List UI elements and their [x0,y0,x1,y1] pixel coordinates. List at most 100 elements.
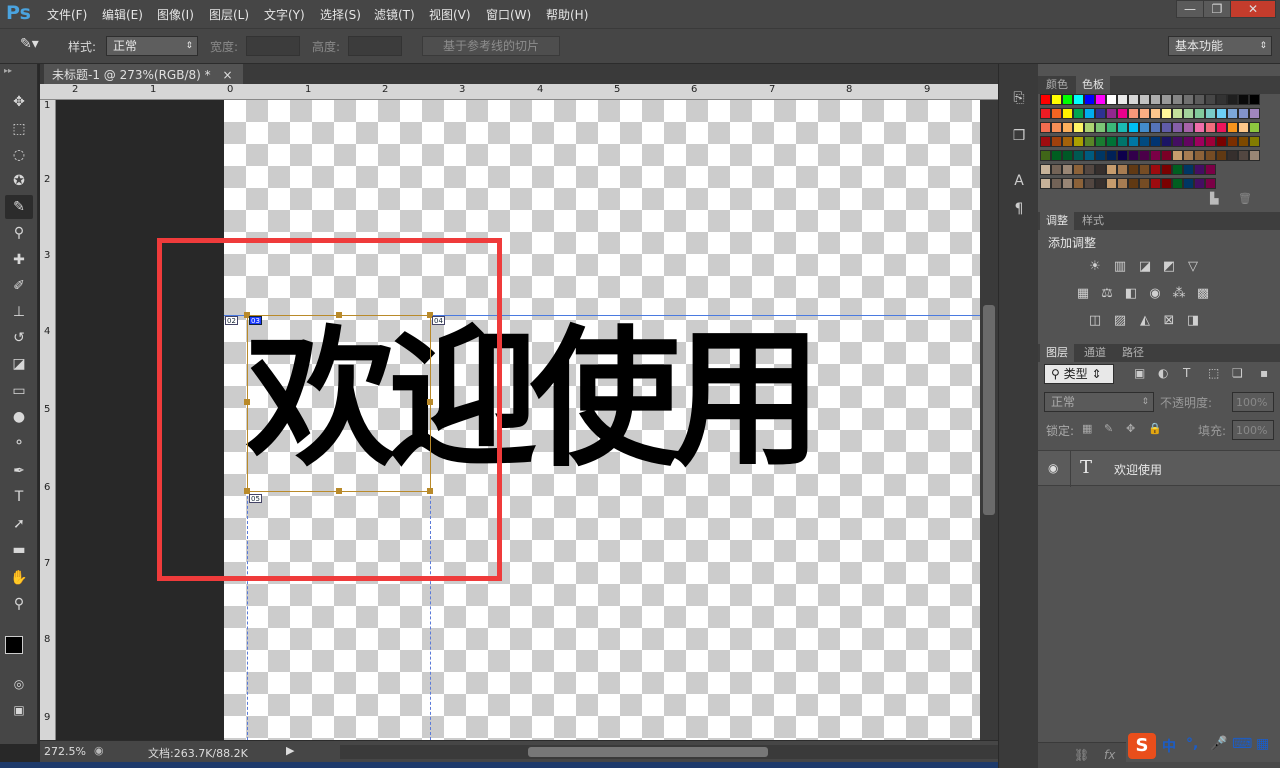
collapse-icon[interactable]: ▸▸ [4,66,12,75]
menu-layer[interactable]: 图层(L) [209,6,249,23]
color-swatch[interactable] [1040,164,1051,175]
keyboard-icon[interactable]: ⌨ [1232,736,1252,752]
color-swatch[interactable] [1183,94,1194,105]
color-swatch[interactable] [1051,178,1062,189]
vibrance-icon[interactable]: ▽ [1184,258,1202,276]
healing-brush-tool-icon[interactable]: ✚ [5,248,33,272]
color-swatch[interactable] [1040,122,1051,133]
color-swatch[interactable] [1084,136,1095,147]
color-swatch[interactable] [1073,122,1084,133]
color-swatch[interactable] [1051,150,1062,161]
hue-saturation-icon[interactable]: ▦ [1074,285,1092,303]
eye-icon[interactable]: ◉ [1048,461,1058,475]
color-swatch[interactable] [1040,94,1051,105]
color-swatch[interactable] [1073,178,1084,189]
layer-row[interactable]: ◉ T 欢迎使用 [1038,450,1280,487]
marquee-tool-icon[interactable]: ⬚ [5,117,33,141]
eyedropper-tool-icon[interactable]: ⚲ [5,221,33,245]
color-swatch[interactable] [1062,164,1073,175]
color-swatch[interactable] [1194,178,1205,189]
color-swatch[interactable] [1227,94,1238,105]
stamp-tool-icon[interactable]: ⊥ [5,300,33,324]
tab-channels[interactable]: 通道 [1078,344,1112,362]
slices-from-guides-button[interactable]: 基于参考线的切片 [422,36,560,56]
color-swatch[interactable] [1172,164,1183,175]
color-swatch[interactable] [1161,108,1172,119]
opacity-field[interactable]: 100% [1232,392,1274,412]
color-swatch[interactable] [1084,178,1095,189]
tab-swatches[interactable]: 色板 [1076,76,1110,94]
layer-filter-select[interactable]: ⚲ 类型 ⇕ [1044,364,1114,384]
color-swatch[interactable] [1216,122,1227,133]
color-swatch[interactable] [1117,94,1128,105]
pixel-filter-icon[interactable]: ▣ [1134,366,1145,380]
menu-file[interactable]: 文件(F) [47,6,87,23]
color-swatch[interactable] [1150,164,1161,175]
menu-edit[interactable]: 编辑(E) [102,6,143,23]
tab-color[interactable]: 颜色 [1040,76,1074,94]
blend-mode-select[interactable]: 正常 ⇕ [1044,392,1154,412]
minimize-button[interactable]: — [1176,0,1204,18]
color-swatch[interactable] [1040,108,1051,119]
color-swatch[interactable] [1128,136,1139,147]
color-swatch[interactable] [1150,108,1161,119]
color-swatch[interactable] [1183,150,1194,161]
color-swatch[interactable] [1216,150,1227,161]
smart-object-filter-icon[interactable]: ❏ [1232,366,1243,380]
color-swatch[interactable] [1073,94,1084,105]
ime-punctuation[interactable]: °, [1186,736,1198,752]
color-swatch[interactable] [1161,136,1172,147]
lock-all-icon[interactable]: 🔒 [1148,422,1162,435]
color-swatch[interactable] [1139,136,1150,147]
color-swatch[interactable] [1161,122,1172,133]
color-swatch[interactable] [1183,178,1194,189]
color-swatch[interactable] [1249,108,1260,119]
color-swatch[interactable] [1172,94,1183,105]
color-swatch[interactable] [1106,108,1117,119]
color-swatch[interactable] [1139,94,1150,105]
color-swatch[interactable] [1150,122,1161,133]
color-swatch[interactable] [1161,94,1172,105]
quick-mask-icon[interactable]: ◎ [5,672,33,696]
zoom-level[interactable]: 272.5% [44,745,86,758]
rectangle-tool-icon[interactable]: ▬ [5,538,33,562]
history-brush-tool-icon[interactable]: ↺ [5,326,33,350]
layer-name[interactable]: 欢迎使用 [1114,461,1162,478]
color-swatch[interactable] [1238,150,1249,161]
color-swatch[interactable] [1249,136,1260,147]
tab-adjustments[interactable]: 调整 [1040,212,1074,230]
color-swatch[interactable] [1238,94,1249,105]
menu-window[interactable]: 窗口(W) [486,6,531,23]
lock-pixels-icon[interactable]: ✎ [1104,422,1113,435]
exposure-icon[interactable]: ◩ [1160,258,1178,276]
color-swatch[interactable] [1194,108,1205,119]
color-swatch[interactable] [1249,122,1260,133]
width-field[interactable] [246,36,300,56]
tab-styles[interactable]: 样式 [1076,212,1110,230]
color-swatch[interactable] [1062,178,1073,189]
color-swatch[interactable] [1205,94,1216,105]
character-panel-icon[interactable]: A [1007,169,1031,193]
color-swatch[interactable] [1139,108,1150,119]
color-swatch[interactable] [1172,150,1183,161]
levels-icon[interactable]: ▥ [1111,258,1129,276]
color-swatch[interactable] [1205,164,1216,175]
color-swatch[interactable] [1227,136,1238,147]
color-swatch[interactable] [1205,178,1216,189]
gradient-tool-icon[interactable]: ▭ [5,379,33,403]
color-swatch[interactable] [1205,122,1216,133]
color-swatch[interactable] [1117,178,1128,189]
color-swatch[interactable] [1117,108,1128,119]
vertical-scrollbar[interactable] [980,100,998,740]
curves-icon[interactable]: ◪ [1136,258,1154,276]
dodge-tool-icon[interactable]: ⚬ [5,431,33,455]
color-swatch[interactable] [1194,164,1205,175]
color-swatch[interactable] [1106,150,1117,161]
color-swatch[interactable] [1051,136,1062,147]
menu-select[interactable]: 选择(S) [320,6,361,23]
color-swatch[interactable] [1216,108,1227,119]
style-select[interactable]: 正常 ⇕ [106,36,198,56]
document-tab[interactable]: 未标题-1 @ 273%(RGB/8) * × [44,64,243,84]
selective-color-icon[interactable]: ◨ [1184,312,1202,330]
sogou-logo[interactable]: S [1128,733,1156,759]
